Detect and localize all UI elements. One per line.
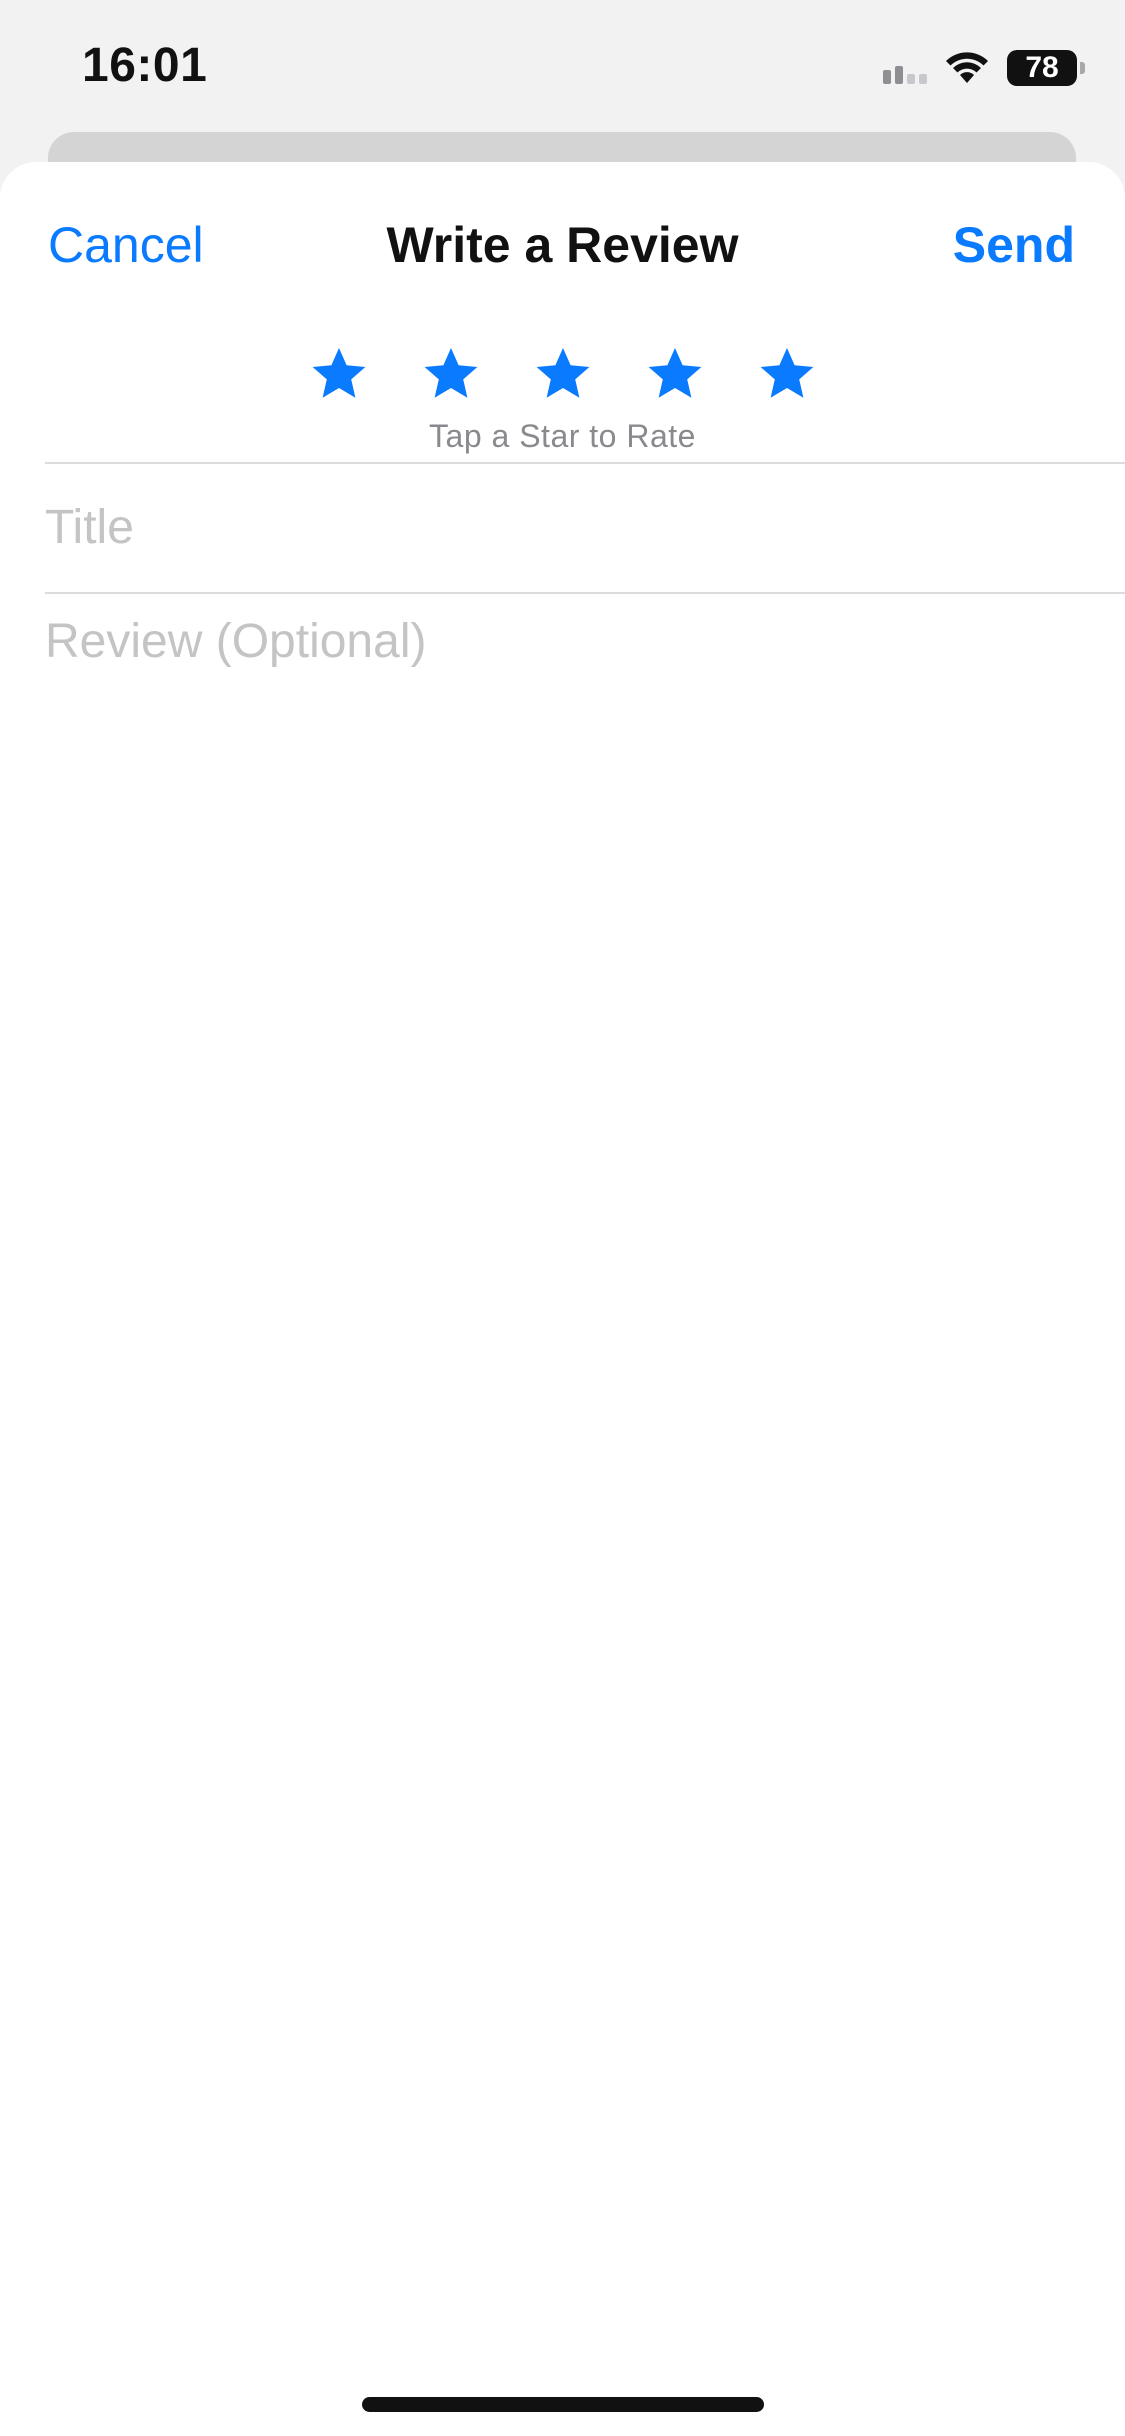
status-bar: 16:01 78 bbox=[0, 0, 1125, 135]
status-icons: 78 bbox=[883, 46, 1085, 90]
star-icon[interactable] bbox=[757, 344, 817, 404]
star-icon[interactable] bbox=[533, 344, 593, 404]
send-button[interactable]: Send bbox=[953, 216, 1075, 274]
star-rating bbox=[0, 344, 1125, 404]
battery-level: 78 bbox=[1025, 51, 1059, 84]
divider bbox=[45, 592, 1125, 594]
review-textarea[interactable] bbox=[45, 614, 1085, 2014]
star-icon[interactable] bbox=[309, 344, 369, 404]
review-sheet: Cancel Write a Review Send Tap a Star to… bbox=[0, 162, 1125, 2436]
wifi-icon bbox=[945, 51, 989, 85]
battery-icon: 78 bbox=[1007, 50, 1085, 86]
star-icon[interactable] bbox=[645, 344, 705, 404]
divider bbox=[45, 462, 1125, 464]
home-indicator bbox=[362, 2397, 764, 2412]
cellular-signal-icon bbox=[883, 52, 927, 84]
title-input[interactable] bbox=[45, 496, 1085, 558]
nav-bar: Cancel Write a Review Send bbox=[0, 162, 1125, 332]
status-time: 16:01 bbox=[82, 39, 208, 92]
star-icon[interactable] bbox=[421, 344, 481, 404]
rating-hint: Tap a Star to Rate bbox=[429, 418, 696, 454]
review-screen: 16:01 78 Cancel Write a Review Send Tap … bbox=[0, 0, 1125, 2436]
